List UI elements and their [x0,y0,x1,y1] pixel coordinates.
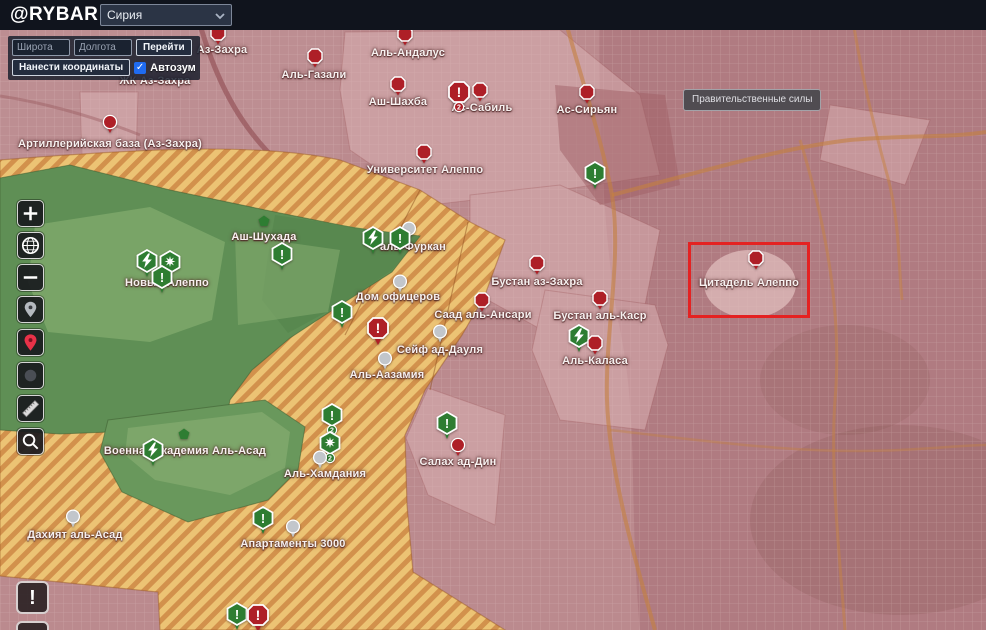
zoom-out-button[interactable] [17,264,44,291]
map-markers-layer: !2 ! ! ! [0,0,986,630]
marker-green-alert[interactable]: ! [251,506,275,539]
globe-icon [18,233,43,258]
marker-gray-pin[interactable] [312,450,328,470]
area-blob-icon [18,363,43,388]
svg-text:!: ! [593,166,597,181]
longitude-input[interactable] [74,39,132,56]
coordinates-panel: Перейти Нанести координаты ✓ Автозум [8,36,200,80]
zoom-in-button[interactable] [17,200,44,227]
marker-red-alert[interactable]: !2 [447,80,471,113]
marker-green-lightning[interactable] [361,226,385,259]
red-pin-icon [18,330,43,355]
svg-text:!: ! [330,408,334,423]
marker-red-alert[interactable]: ! [366,316,390,349]
marker-red-circle[interactable] [102,114,118,135]
marker-gray-pin[interactable] [392,274,408,294]
plot-coordinates-button[interactable]: Нанести координаты [12,59,130,76]
marker-green-alert[interactable]: ! [150,265,174,298]
marker-red-octagon[interactable] [587,335,603,356]
globe-button[interactable] [17,232,44,259]
gray-marker-button[interactable] [17,296,44,323]
svg-text:!: ! [261,511,265,526]
latitude-input[interactable] [12,39,70,56]
marker-red-octagon[interactable] [592,290,608,311]
red-marker-button[interactable] [17,329,44,356]
marker-red-octagon[interactable] [390,76,406,97]
rybar-logo: @RYBAR [10,0,98,30]
search-icon [18,429,43,454]
svg-text:!: ! [160,270,164,285]
svg-text:!: ! [445,416,449,431]
map-application: Аз-ЗахраЖК Аз-ЗахраАль-АндалусАль-Газали… [0,0,986,630]
region-select[interactable]: Сирия [100,4,232,26]
svg-text:!: ! [340,305,344,320]
marker-red-octagon[interactable] [472,82,488,103]
ruler-button[interactable] [17,395,44,422]
svg-text:!: ! [235,607,239,622]
svg-text:2: 2 [328,456,332,463]
marker-green-dot[interactable] [178,428,190,440]
alerts-button[interactable]: ! [16,581,49,614]
marker-green-alert[interactable]: ! [330,300,354,333]
forces-tooltip: Правительственные силы [683,89,821,111]
search-button[interactable] [17,428,44,455]
ruler-icon [18,396,43,421]
marker-gray-pin[interactable] [377,351,393,371]
minus-icon [18,265,43,290]
marker-red-octagon[interactable] [579,84,595,105]
gray-pin-icon [18,297,43,322]
marker-red-octagon[interactable] [474,292,490,313]
plus-icon [18,201,43,226]
citadel-highlight-rectangle [688,242,810,318]
marker-green-dot[interactable] [258,215,270,227]
marker-red-octagon[interactable] [307,48,323,69]
marker-red-circle[interactable] [450,437,466,458]
marker-green-alert[interactable]: ! [270,242,294,275]
marker-gray-pin[interactable] [285,519,301,539]
svg-text:!: ! [376,320,381,336]
marker-red-alert[interactable]: ! [246,603,270,630]
chevron-down-icon [214,11,226,21]
svg-text:!: ! [256,607,261,623]
header-bar: @RYBAR Сирия [0,0,986,30]
marker-red-octagon[interactable] [529,255,545,276]
autozoom-label: Автозум [150,62,196,74]
svg-text:2: 2 [457,105,461,112]
marker-green-alert[interactable]: ! [583,161,607,194]
svg-text:!: ! [398,231,402,246]
marker-red-octagon[interactable] [416,144,432,165]
marker-green-alert[interactable]: ! [388,226,412,259]
marker-gray-pin[interactable] [65,509,81,529]
go-button[interactable]: Перейти [136,39,192,56]
region-select-value: Сирия [107,8,142,22]
svg-text:!: ! [457,84,462,100]
marker-green-lightning[interactable] [141,438,165,471]
autozoom-checkbox[interactable]: ✓ [134,62,146,74]
alerts-button-secondary[interactable] [16,621,49,630]
marker-gray-pin[interactable] [432,324,448,344]
svg-text:!: ! [280,247,284,262]
area-select-button[interactable] [17,362,44,389]
